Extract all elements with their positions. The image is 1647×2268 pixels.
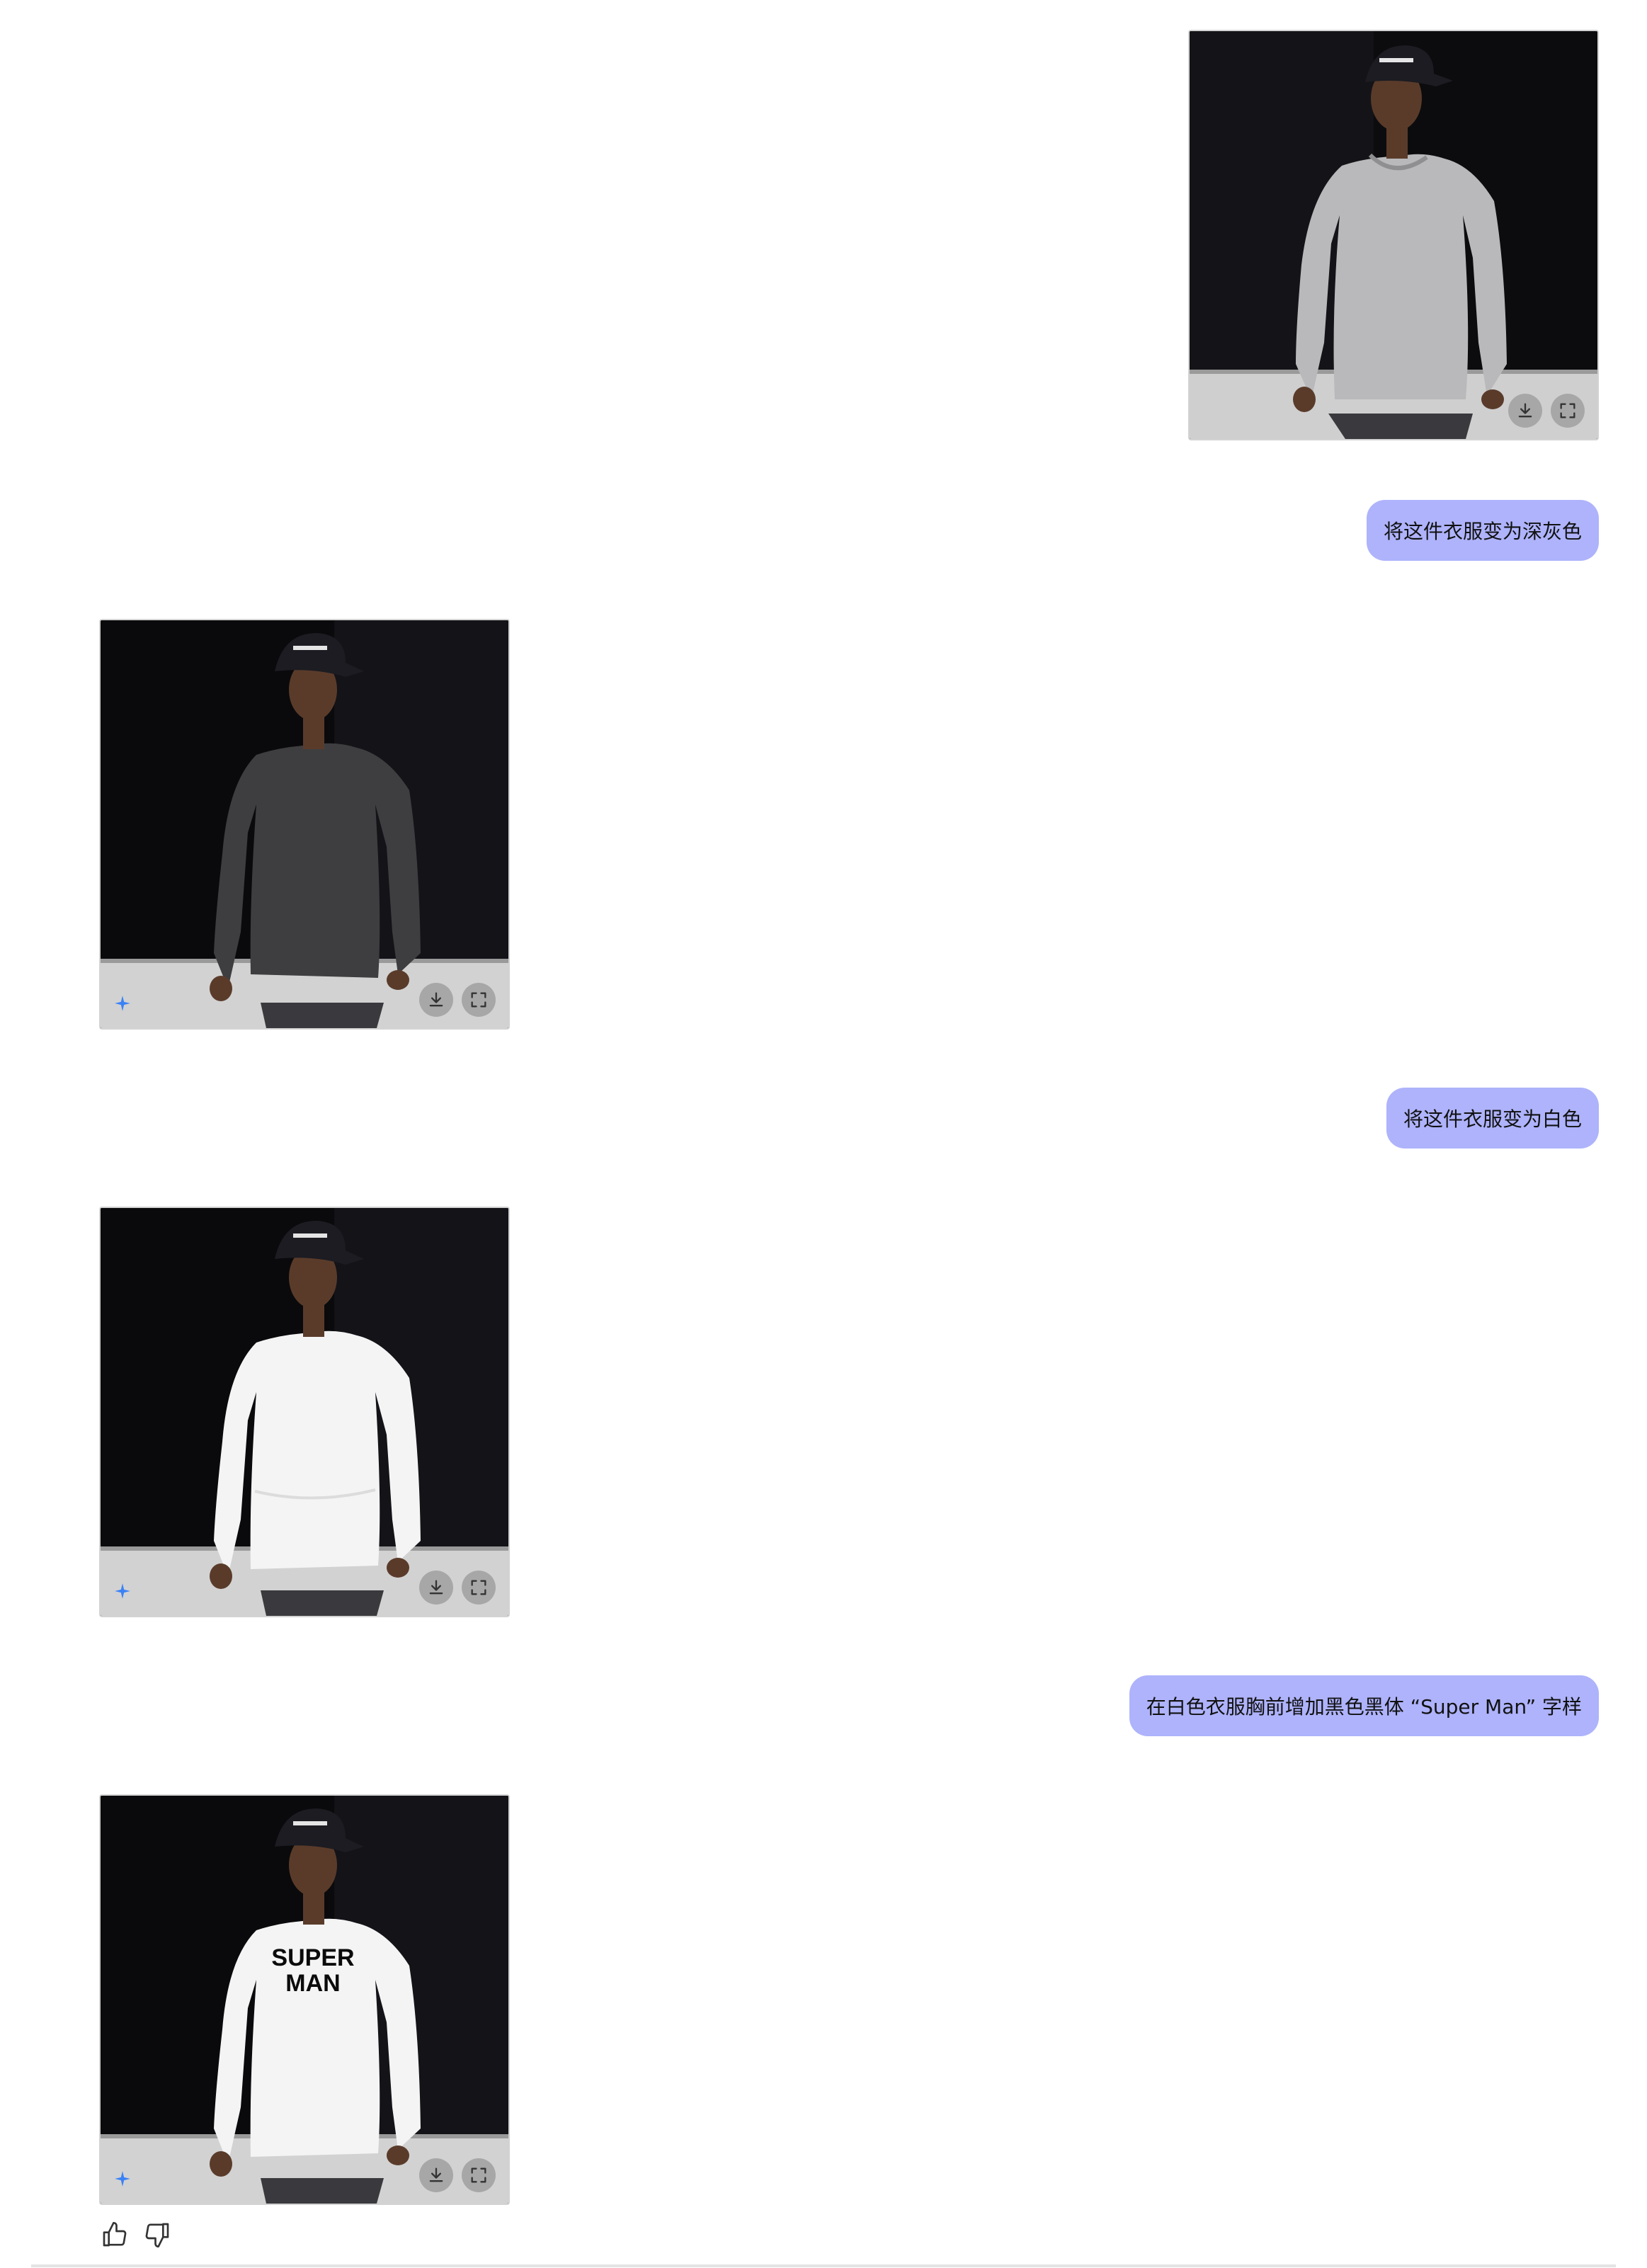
expand-button[interactable]: [462, 2158, 496, 2192]
photo-light-gray-shirt: [1190, 31, 1597, 439]
shirt-print-line2: MAN: [285, 1970, 340, 1997]
photo-dark-gray-shirt: [101, 620, 508, 1028]
message-text: 将这件衣服变为白色: [1403, 1107, 1582, 1131]
expand-icon: [471, 1580, 486, 1595]
download-button[interactable]: [1508, 394, 1542, 428]
sparkle-icon: [115, 1583, 130, 1599]
expand-icon: [471, 2167, 486, 2183]
thumbs-up-icon[interactable]: [101, 2221, 129, 2249]
download-button[interactable]: [419, 2158, 453, 2192]
expand-button[interactable]: [462, 983, 496, 1017]
thumbs-down-icon[interactable]: [143, 2221, 171, 2249]
shirt-print-line1: SUPER: [271, 1944, 354, 1971]
download-button[interactable]: [419, 1571, 453, 1605]
expand-icon: [1560, 403, 1575, 418]
bottom-divider: [31, 2264, 1616, 2267]
expand-button[interactable]: [1551, 394, 1585, 428]
user-message-bubble: 将这件衣服变为深灰色: [1366, 500, 1599, 561]
message-text: 在白色衣服胸前增加黑色黑体 “Super Man” 字样: [1146, 1695, 1582, 1719]
generated-image-card[interactable]: [99, 619, 510, 1030]
photo-white-shirt-with-print: SUPER MAN: [101, 1796, 508, 2204]
sparkle-icon: [115, 996, 130, 1011]
feedback-bar: [101, 2221, 171, 2249]
user-message-bubble: 将这件衣服变为白色: [1386, 1088, 1599, 1149]
download-icon: [429, 1580, 443, 1595]
sparkle-icon: [115, 2171, 130, 2187]
user-message-bubble: 在白色衣服胸前增加黑色黑体 “Super Man” 字样: [1129, 1675, 1599, 1736]
generated-image-card[interactable]: [99, 1207, 510, 1617]
photo-white-shirt: [101, 1208, 508, 1616]
download-icon: [1518, 403, 1532, 418]
expand-button[interactable]: [462, 1571, 496, 1605]
download-button[interactable]: [419, 983, 453, 1017]
expand-icon: [471, 992, 486, 1008]
download-icon: [429, 992, 443, 1007]
generated-image-card[interactable]: SUPER MAN: [99, 1794, 510, 2205]
download-icon: [429, 2167, 443, 2182]
uploaded-image-card[interactable]: [1188, 30, 1599, 440]
message-text: 将这件衣服变为深灰色: [1383, 520, 1582, 543]
